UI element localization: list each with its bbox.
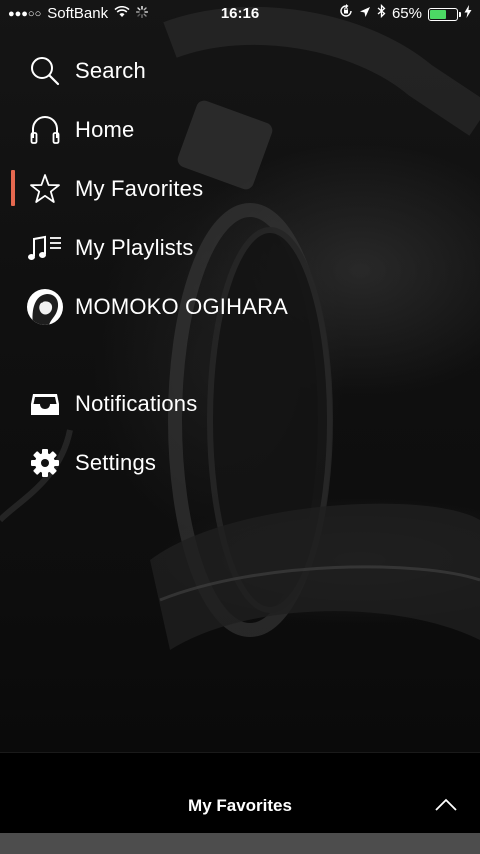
avatar	[27, 288, 63, 325]
location-icon	[359, 0, 371, 28]
menu-item-settings[interactable]: Settings	[0, 433, 480, 492]
menu-item-notifications[interactable]: Notifications	[0, 374, 480, 433]
headphones-icon	[27, 112, 63, 148]
active-indicator	[11, 170, 15, 206]
menu-item-label: My Favorites	[75, 175, 204, 201]
orientation-lock-icon	[339, 0, 353, 28]
battery-percent: 65%	[391, 5, 422, 22]
bottom-player-bar[interactable]: My Favorites	[0, 752, 480, 834]
bottom-bar-title: My Favorites	[188, 796, 292, 815]
inbox-icon	[27, 386, 63, 422]
menu-spacer	[0, 336, 480, 374]
menu-item-label: Notifications	[75, 390, 198, 416]
chevron-up-icon[interactable]	[434, 797, 458, 813]
menu-item-label: Search	[75, 57, 146, 83]
battery-icon	[428, 7, 461, 21]
menu-item-label: Home	[75, 116, 135, 142]
charging-icon	[464, 0, 472, 28]
menu-item-search[interactable]: Search	[0, 41, 480, 100]
bluetooth-icon	[377, 0, 386, 28]
side-menu: Search Home My Favorites My Playlists MO…	[0, 41, 480, 492]
avatar-container	[27, 288, 63, 325]
playlist-icon	[27, 230, 63, 266]
menu-item-my-favorites[interactable]: My Favorites	[0, 159, 480, 218]
bottom-strip	[0, 833, 480, 854]
menu-item-my-playlists[interactable]: My Playlists	[0, 218, 480, 277]
menu-item-label: Settings	[75, 449, 157, 475]
gear-icon	[27, 445, 63, 481]
search-icon	[27, 53, 63, 89]
menu-item-label: MOMOKO OGIHARA	[75, 293, 289, 319]
menu-item-profile[interactable]: MOMOKO OGIHARA	[0, 277, 480, 336]
menu-item-label: My Playlists	[75, 234, 194, 260]
status-right: 65%	[339, 0, 472, 28]
status-bar: ●●●○○ SoftBank 16:16 65%	[0, 0, 480, 28]
menu-item-home[interactable]: Home	[0, 100, 480, 159]
star-icon	[27, 171, 63, 207]
